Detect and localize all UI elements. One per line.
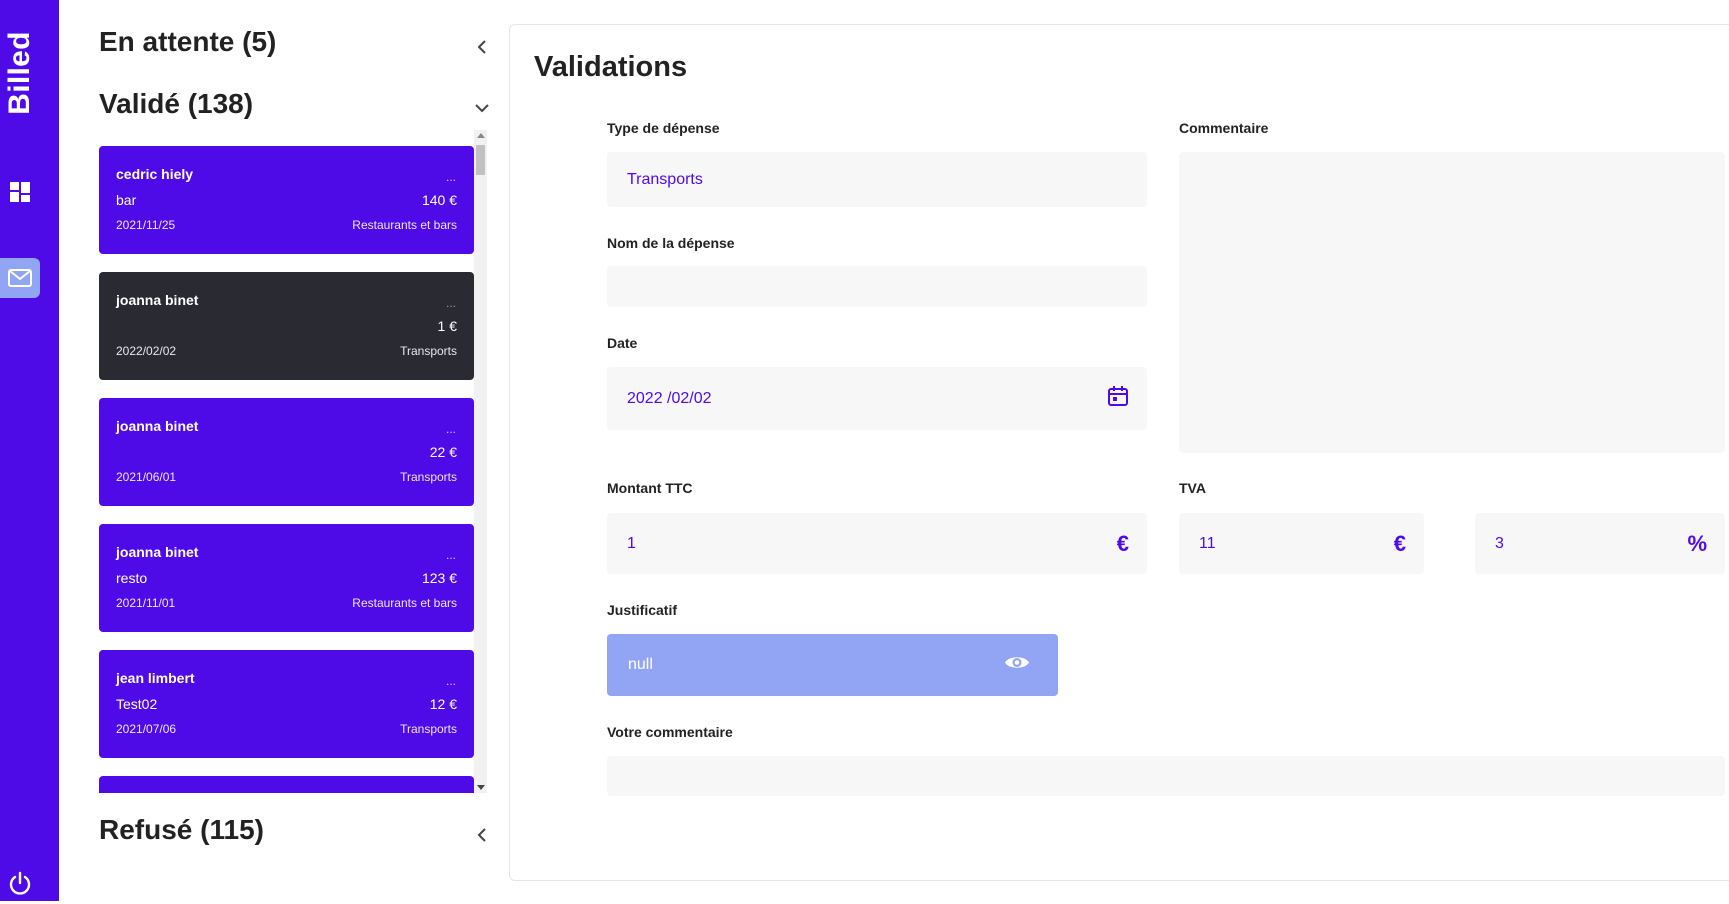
- bill-card[interactable]: joanna binet ... 22 € 2021/06/01 Transpo…: [99, 398, 474, 506]
- bill-amount: 140 €: [421, 192, 457, 208]
- vat-percent-field[interactable]: 3 %: [1475, 513, 1725, 574]
- bill-dots: ...: [445, 674, 456, 688]
- vat-percent-value: 3: [1495, 534, 1504, 552]
- name-label: Nom de la dépense: [607, 235, 735, 251]
- euro-icon: €: [1393, 530, 1406, 556]
- date-field[interactable]: 2022 /02/02: [607, 367, 1147, 430]
- bill-date: 2021/11/01: [116, 596, 176, 610]
- bill-amount: 123 €: [421, 570, 457, 586]
- power-icon[interactable]: [0, 864, 40, 904]
- scroll-up-icon[interactable]: [477, 133, 485, 138]
- bill-name: joanna binet: [116, 292, 199, 308]
- validated-title[interactable]: Validé (138): [99, 88, 253, 120]
- bill-dots: ...: [445, 296, 456, 310]
- type-field[interactable]: Transports: [607, 152, 1147, 207]
- bill-name: cedric hiely: [116, 166, 194, 182]
- bill-description: Test02: [116, 696, 158, 712]
- comment-label: Commentaire: [1179, 120, 1269, 136]
- bill-card-partial[interactable]: [99, 776, 474, 793]
- bill-type: Restaurants et bars: [352, 596, 457, 610]
- justif-field[interactable]: null: [607, 634, 1058, 696]
- bill-card[interactable]: cedric hiely ... bar 140 € 2021/11/25 Re…: [99, 146, 474, 254]
- amount-value: 1: [627, 534, 636, 552]
- bill-date: 2021/07/06: [116, 722, 177, 736]
- bill-type: Restaurants et bars: [352, 218, 457, 232]
- sidebar: Billed: [0, 0, 59, 901]
- bill-name: joanna binet: [116, 418, 199, 434]
- bill-card[interactable]: jean limbert ... Test02 12 € 2021/07/06 …: [99, 650, 474, 758]
- bill-amount: 1 €: [437, 318, 457, 334]
- name-field[interactable]: [607, 266, 1147, 307]
- page-title: Validations: [534, 51, 688, 83]
- bills-column: En attente (5) Validé (138) cedric hiely…: [59, 0, 489, 901]
- calendar-icon[interactable]: [1107, 385, 1129, 413]
- bill-name: joanna binet: [116, 544, 199, 560]
- bill-type: Transports: [400, 722, 457, 736]
- date-value: 2022 /02/02: [627, 389, 712, 407]
- your-comment-label: Votre commentaire: [607, 724, 733, 740]
- date-label: Date: [607, 335, 638, 351]
- scroll-down-icon[interactable]: [477, 785, 485, 790]
- bill-card[interactable]: joanna binet ... resto 123 € 2021/11/01 …: [99, 524, 474, 632]
- bill-description: resto: [116, 570, 148, 586]
- bill-amount: 22 €: [429, 444, 457, 460]
- app-logo: Billed: [3, 30, 36, 116]
- eye-icon[interactable]: [1004, 654, 1030, 677]
- percent-icon: %: [1687, 530, 1707, 556]
- type-label: Type de dépense: [607, 120, 720, 136]
- vat-field[interactable]: 11 €: [1179, 513, 1424, 574]
- bill-card[interactable]: joanna binet ... 1 € 2022/02/02 Transpor…: [99, 272, 474, 380]
- bill-date: 2022/02/02: [116, 344, 177, 358]
- mail-icon[interactable]: [0, 258, 40, 298]
- chevron-left-icon[interactable]: [473, 826, 491, 844]
- bills-list[interactable]: cedric hiely ... bar 140 € 2021/11/25 Re…: [99, 130, 487, 793]
- amount-field[interactable]: 1 €: [607, 513, 1147, 574]
- bill-name: jean limbert: [116, 670, 195, 686]
- justif-value: null: [628, 656, 653, 673]
- bill-dots: ...: [445, 170, 456, 184]
- vat-label: TVA: [1179, 480, 1206, 496]
- validation-panel: Validations Type de dépense Transports N…: [509, 24, 1729, 881]
- bills-scrollbar[interactable]: [474, 130, 487, 793]
- chevron-down-icon[interactable]: [473, 99, 491, 117]
- bill-dots: ...: [445, 548, 456, 562]
- bill-date: 2021/06/01: [116, 470, 177, 484]
- bill-date: 2021/11/25: [116, 218, 176, 232]
- dashboard-icon[interactable]: [0, 172, 40, 212]
- bill-type: Transports: [400, 344, 457, 358]
- comment-field[interactable]: [1179, 152, 1725, 453]
- pending-title[interactable]: En attente (5): [99, 26, 276, 58]
- your-comment-field[interactable]: [607, 756, 1725, 796]
- scroll-thumb[interactable]: [476, 145, 485, 175]
- bill-amount: 12 €: [429, 696, 457, 712]
- app-logo-text: Billed: [3, 31, 36, 115]
- vat-value: 11: [1199, 534, 1216, 552]
- chevron-left-icon[interactable]: [473, 38, 491, 56]
- euro-icon: €: [1116, 530, 1129, 556]
- bill-description: bar: [116, 192, 137, 208]
- type-value: Transports: [627, 170, 703, 188]
- amount-label: Montant TTC: [607, 480, 693, 496]
- bill-type: Transports: [400, 470, 457, 484]
- refused-title[interactable]: Refusé (115): [99, 814, 264, 846]
- justif-label: Justificatif: [607, 602, 678, 618]
- bill-dots: ...: [445, 422, 456, 436]
